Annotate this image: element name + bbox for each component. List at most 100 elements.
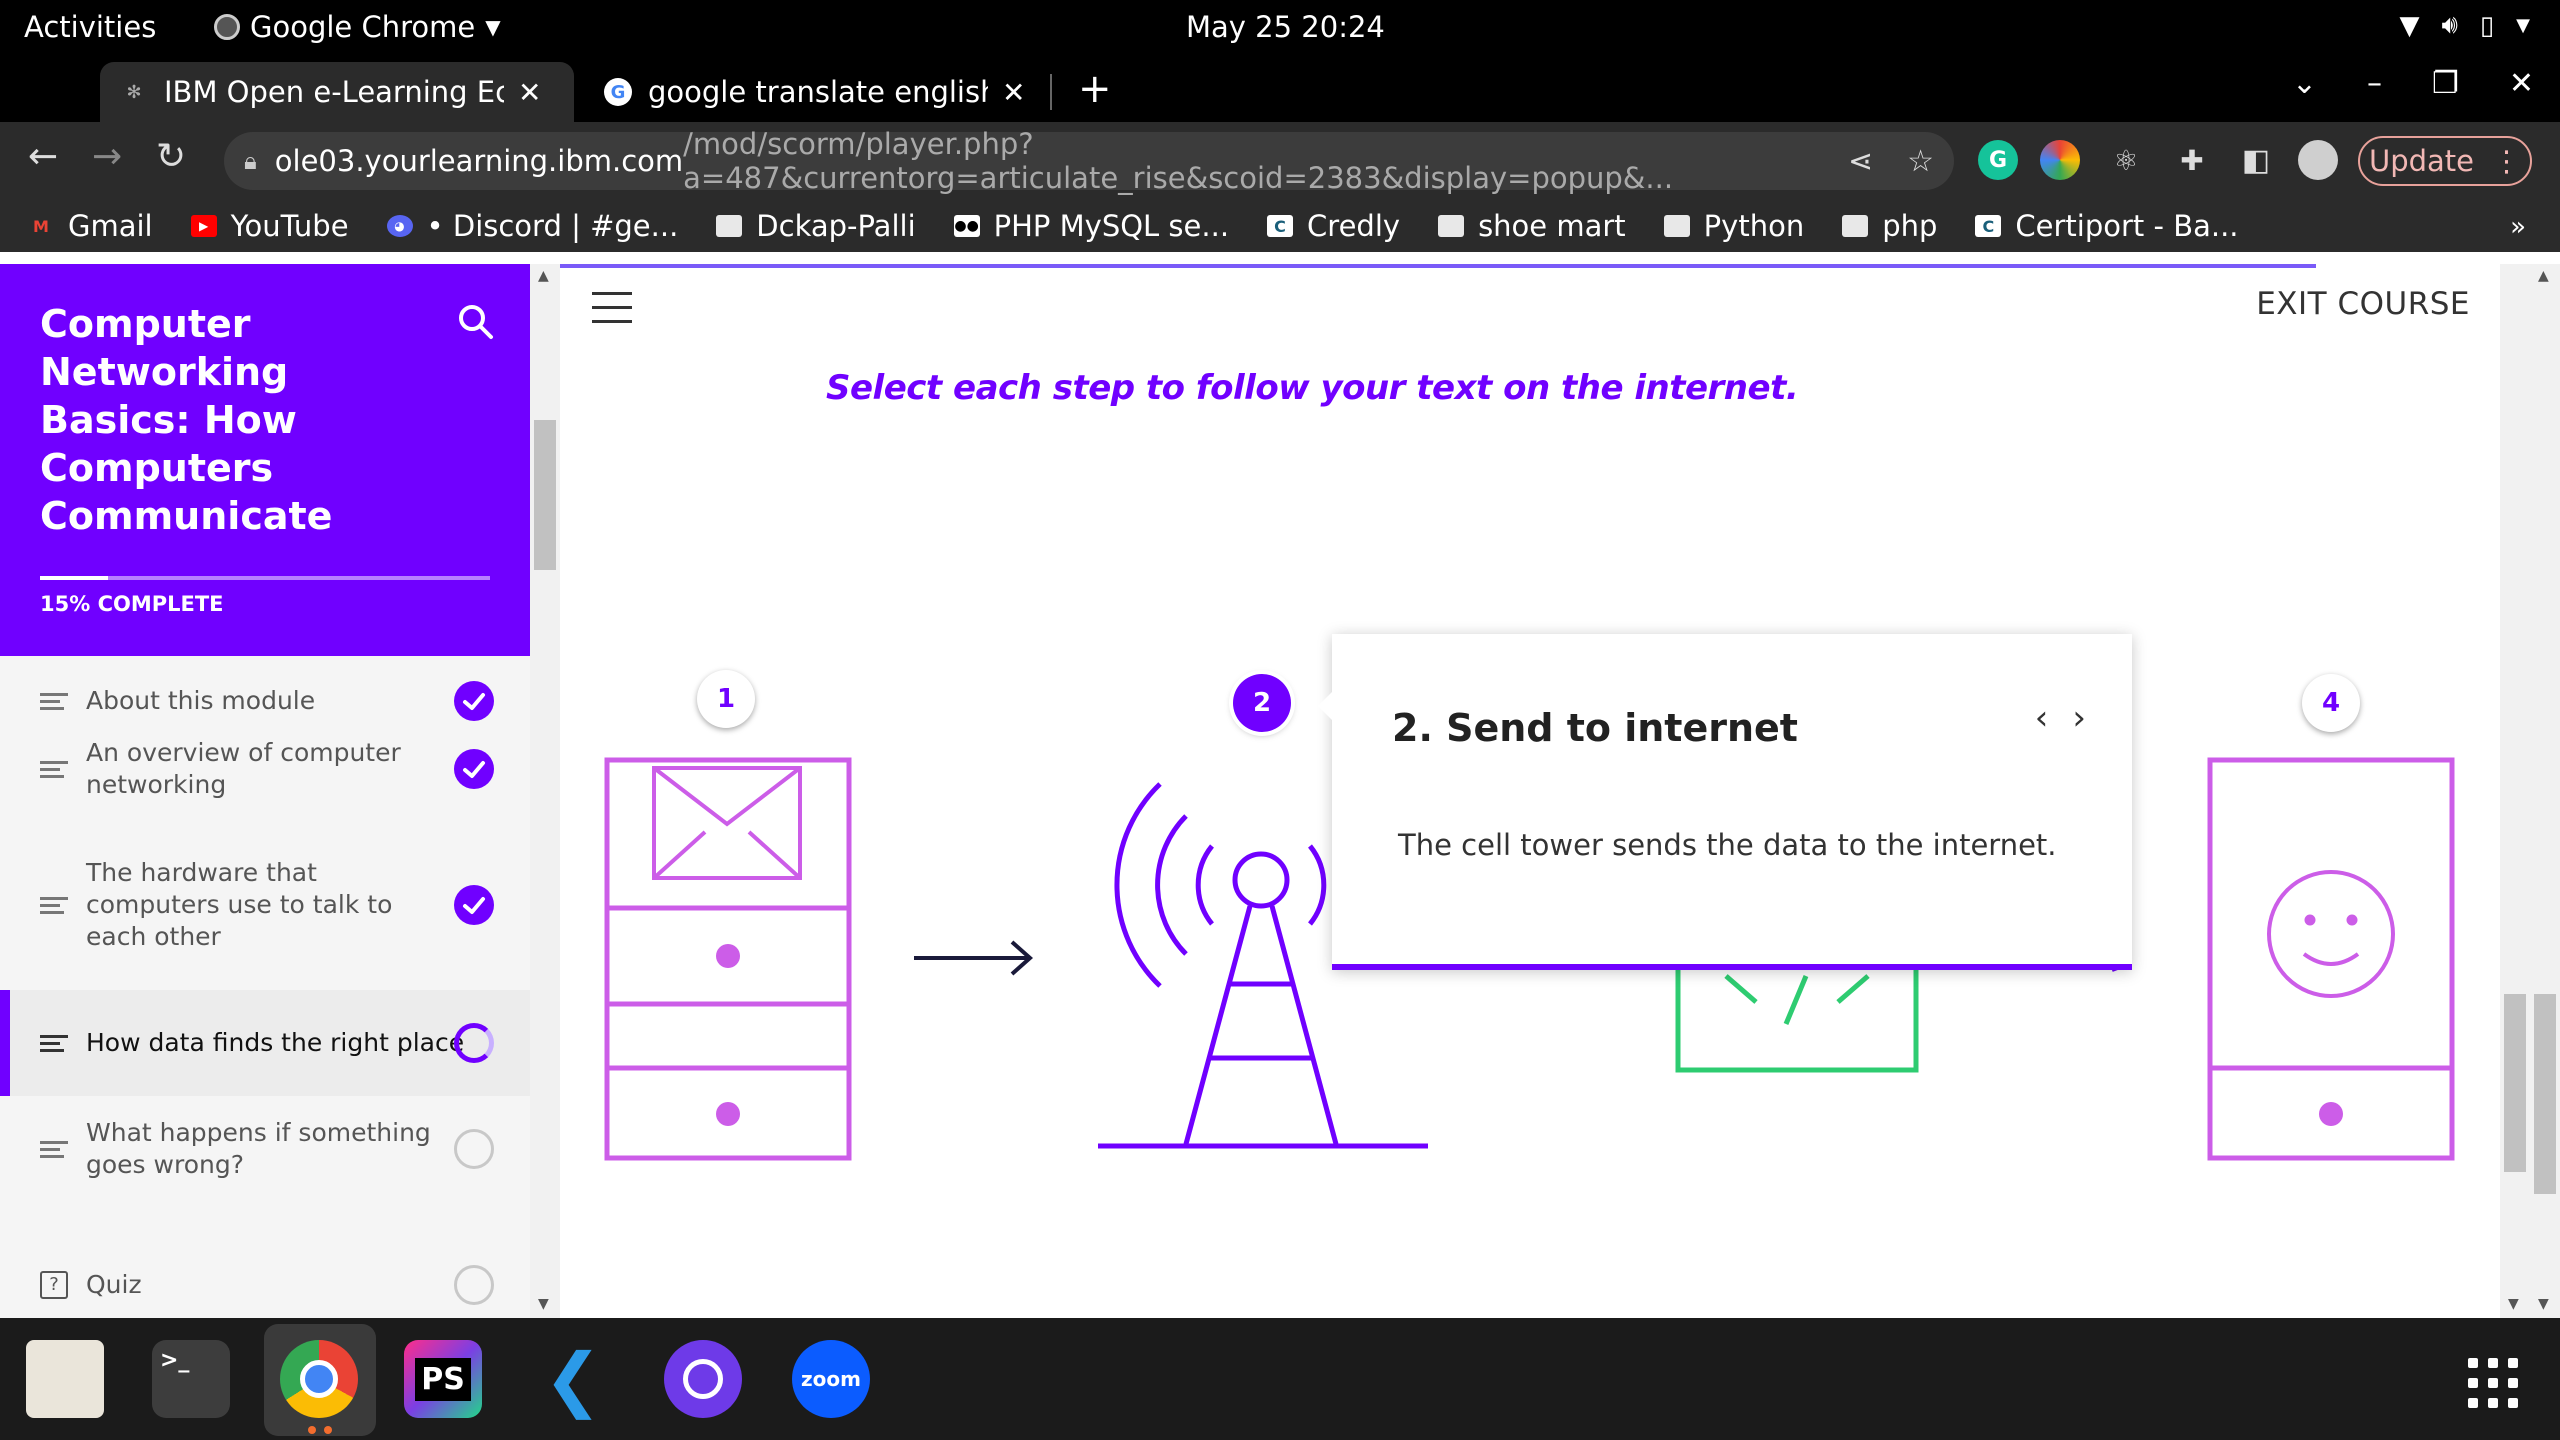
bookmark-label: Dckap-Palli — [756, 209, 916, 243]
url-domain: ole03.yourlearning.ibm.com — [274, 144, 684, 178]
step-1-marker[interactable]: 1 — [697, 670, 755, 728]
show-apps-icon[interactable] — [2468, 1358, 2518, 1408]
step-popup: 2. Send to internet ‹ › The cell tower s… — [1318, 634, 2132, 970]
files-icon[interactable] — [26, 1340, 104, 1418]
lesson-icon — [40, 893, 68, 918]
close-window-icon[interactable]: ✕ — [2509, 66, 2534, 101]
bookmark-credly[interactable]: C Credly — [1267, 209, 1400, 243]
course-progress-bar — [40, 576, 490, 580]
check-icon — [454, 749, 494, 789]
chrome-icon[interactable] — [280, 1340, 358, 1418]
react-devtools-icon[interactable]: ⚛ — [2106, 140, 2146, 180]
scroll-up-icon[interactable]: ▲ — [2538, 268, 2549, 284]
chevron-left-icon[interactable]: ‹ — [2035, 698, 2049, 738]
lock-icon[interactable]: 🔒︎ — [244, 147, 257, 175]
sidebar-scrollbar[interactable]: ▲ ▼ — [530, 264, 560, 1318]
lesson-icon — [40, 689, 68, 714]
bookmark-label: PHP MySQL se... — [993, 209, 1230, 243]
running-indicator — [324, 1426, 332, 1434]
step-4-marker[interactable]: 4 — [2302, 674, 2360, 732]
lesson-what-goes-wrong[interactable]: What happens if something goes wrong? — [0, 1096, 530, 1202]
sidebar-scroll-thumb[interactable] — [534, 420, 556, 570]
incomplete-circle-icon — [454, 1129, 494, 1169]
chevron-down-icon: ▼ — [2516, 15, 2530, 36]
bookmark-gmail[interactable]: M Gmail — [28, 209, 153, 243]
restore-icon[interactable]: ❐ — [2432, 66, 2459, 101]
new-tab-button[interactable]: + — [1078, 66, 1112, 112]
chrome-app-icon — [214, 14, 240, 40]
quiz-icon: ? — [40, 1271, 68, 1299]
avatar[interactable] — [2298, 140, 2338, 180]
bookmark-label: Gmail — [68, 209, 153, 243]
share-icon[interactable]: ⋖ — [1848, 144, 1873, 179]
close-icon[interactable]: ✕ — [1002, 76, 1025, 109]
lesson-hardware[interactable]: The hardware that computers use to talk … — [0, 852, 530, 958]
bookmark-label: Python — [1703, 209, 1805, 243]
zoom-icon[interactable]: zoom — [792, 1340, 870, 1418]
url-path: /mod/scorm/player.php?a=487&currentorg=a… — [683, 127, 1674, 195]
tab-google-translate[interactable]: G google translate english t ✕ — [584, 62, 1060, 122]
scroll-up-icon[interactable]: ▲ — [538, 268, 549, 284]
forward-icon[interactable]: → — [92, 136, 122, 177]
system-tray[interactable]: ▼ 🔊︎ ▯ ▼ — [2399, 10, 2530, 41]
app-menu[interactable]: Google Chrome ▼ — [214, 10, 501, 44]
tab-search-icon[interactable]: ⌄ — [2292, 66, 2317, 101]
update-button[interactable]: Update ⋮ — [2358, 136, 2532, 186]
bookmark-star-icon[interactable]: ☆ — [1907, 144, 1934, 179]
bookmark-label: Credly — [1307, 209, 1401, 243]
bookmark-shoe-mart[interactable]: shoe mart — [1438, 209, 1626, 243]
page-scroll-thumb[interactable] — [2534, 994, 2556, 1194]
bookmark-discord[interactable]: ◕ • Discord | #ge... — [386, 209, 678, 243]
page-scrollbar[interactable]: ▲ ▼ — [2530, 264, 2560, 1318]
more-bookmarks-icon[interactable]: » — [2510, 212, 2526, 242]
browser-toolbar: ← → ↻ 🔒︎ ole03.yourlearning.ibm.com/mod/… — [0, 122, 2560, 200]
volume-icon: 🔊︎ — [2441, 10, 2458, 40]
lesson-overview[interactable]: An overview of computer networking — [0, 716, 530, 822]
reload-icon[interactable]: ↻ — [156, 136, 186, 177]
minimize-icon[interactable]: – — [2367, 66, 2382, 101]
bookmark-php-mysql[interactable]: ●● PHP MySQL se... — [953, 209, 1230, 243]
bookmark-label: Certiport - Ba... — [2015, 209, 2239, 243]
ibm-favicon-icon: ✻ — [126, 81, 142, 103]
color-picker-icon[interactable] — [2040, 140, 2080, 180]
credly-icon: C — [1975, 215, 2002, 237]
extensions-icon[interactable]: ✚ — [2172, 140, 2212, 180]
scroll-down-icon[interactable]: ▼ — [538, 1296, 549, 1312]
clock[interactable]: May 25 20:24 — [1186, 10, 1385, 44]
scroll-down-icon[interactable]: ▼ — [2508, 1296, 2519, 1312]
app-name: Google Chrome — [250, 10, 476, 44]
content-scroll-thumb[interactable] — [2504, 994, 2526, 1172]
bookmark-dckap-palli[interactable]: Dckap-Palli — [716, 209, 916, 243]
tab-ibm-elearning[interactable]: ✻ IBM Open e-Learning Ecos ✕ — [100, 62, 574, 122]
bookmark-label: php — [1882, 209, 1938, 243]
lesson-data-finds-place[interactable]: How data finds the right place — [0, 990, 530, 1096]
terminal-icon[interactable]: >_ — [152, 1340, 230, 1418]
activities-button[interactable]: Activities — [24, 10, 156, 44]
bookmark-certiport[interactable]: C Certiport - Ba... — [1975, 209, 2239, 243]
google-favicon-icon: G — [604, 78, 632, 106]
close-icon[interactable]: ✕ — [518, 76, 541, 109]
lesson-icon — [40, 1031, 68, 1056]
bookmark-php[interactable]: php — [1842, 209, 1937, 243]
vscode-icon[interactable]: ❮ — [534, 1338, 612, 1420]
content-scrollbar[interactable]: ▼ — [2500, 264, 2530, 1318]
step-2-marker[interactable]: 2 — [1233, 674, 1291, 732]
address-bar[interactable]: 🔒︎ ole03.yourlearning.ibm.com/mod/scorm/… — [224, 127, 1954, 195]
lesson-content: EXIT COURSE Select each step to follow y… — [560, 264, 2500, 1318]
lesson-quiz[interactable]: ? Quiz — [0, 1232, 530, 1318]
search-icon[interactable] — [456, 302, 496, 342]
bookmark-python[interactable]: Python — [1663, 209, 1805, 243]
scroll-down-icon[interactable]: ▼ — [2538, 1296, 2549, 1312]
back-icon[interactable]: ← — [28, 136, 58, 177]
sender-phone-icon — [604, 757, 852, 1007]
tab-title: IBM Open e-Learning Ecos — [164, 75, 504, 109]
screen-recorder-icon[interactable] — [664, 1340, 742, 1418]
phpstorm-icon[interactable]: PS — [404, 1340, 482, 1418]
tab-title: google translate english t — [648, 75, 988, 109]
chevron-right-icon[interactable]: › — [2072, 698, 2086, 738]
side-panel-icon[interactable]: ◧ — [2236, 140, 2276, 180]
bookmark-label: YouTube — [230, 209, 349, 243]
grammarly-icon[interactable]: G — [1978, 140, 2018, 180]
bookmark-youtube[interactable]: ▶ YouTube — [190, 209, 349, 243]
popup-body: The cell tower sends the data to the int… — [1398, 828, 2057, 862]
